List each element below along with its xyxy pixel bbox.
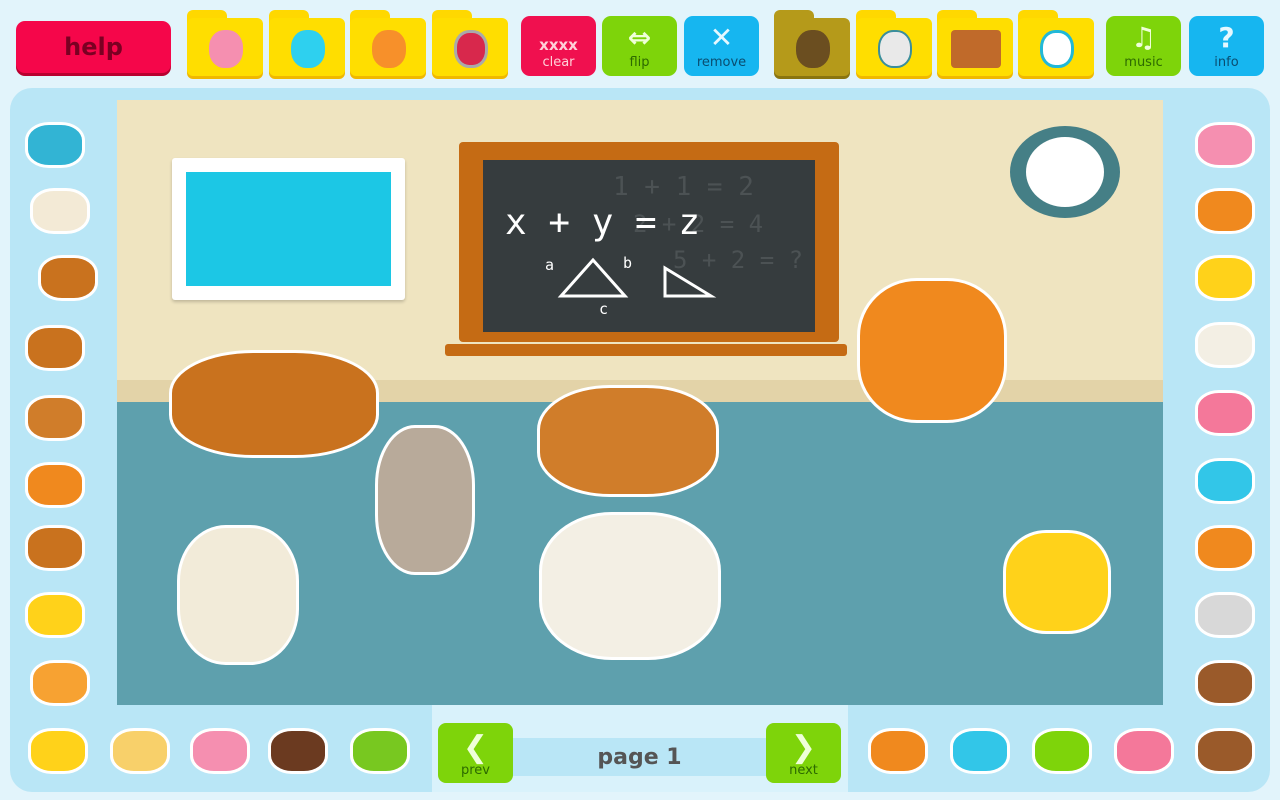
- category-folder-helicopter[interactable]: [1018, 10, 1094, 76]
- flip-button[interactable]: ⇔ flip: [602, 16, 677, 76]
- prev-button[interactable]: ❮ prev: [438, 723, 513, 783]
- sidebar-sticker-penguin-desk[interactable]: [25, 325, 85, 371]
- triangles-drawing: [557, 257, 717, 298]
- sidebar-sticker-duck[interactable]: [30, 660, 90, 706]
- clear-label: clear: [542, 55, 575, 70]
- music-note-icon: ♫: [1130, 21, 1157, 54]
- helicopter-icon: [1040, 30, 1074, 68]
- remove-label: remove: [696, 55, 747, 70]
- clear-button[interactable]: xxxx clear: [521, 16, 596, 76]
- sidebar-sticker-cat[interactable]: [1195, 188, 1255, 234]
- help-button[interactable]: help: [16, 21, 171, 73]
- zebra-cart-icon: [878, 30, 912, 68]
- classroom-scene[interactable]: 1 + 1 = 2 2 + 2 = 4 5 + 2 = ? x + y = z …: [117, 100, 1163, 705]
- sidebar-sticker-bunny-blocks[interactable]: [30, 188, 90, 234]
- music-label: music: [1124, 55, 1163, 70]
- sidebar-sticker-bear-bike[interactable]: [1195, 660, 1255, 706]
- sidebar-sticker-fox-bike[interactable]: [1114, 728, 1174, 774]
- next-label: next: [789, 763, 818, 778]
- sidebar-sticker-monkey-bike[interactable]: [1195, 728, 1255, 774]
- equation: x + y = z: [505, 202, 701, 243]
- category-folder-tiger[interactable]: [350, 10, 426, 76]
- chevron-right-icon: ❯: [790, 730, 817, 765]
- x-icon: ✕: [709, 21, 734, 54]
- question-icon: ?: [1218, 21, 1235, 54]
- chalkboard: 1 + 1 = 2 2 + 2 = 4 5 + 2 = ? x + y = z …: [459, 142, 839, 342]
- sidebar-sticker-dog-desk[interactable]: [25, 592, 85, 638]
- elephant-icon: [291, 30, 325, 68]
- bunny-blocks-sticker[interactable]: [177, 525, 299, 665]
- pig-icon: [209, 30, 243, 68]
- chalk-ledge: [445, 344, 847, 356]
- flip-arrows-icon: ⇔: [627, 21, 652, 54]
- sidebar-sticker-kite-pink[interactable]: [1195, 390, 1255, 436]
- vegetables-icon: [951, 30, 1001, 68]
- category-folder-elephant[interactable]: [269, 10, 345, 76]
- remove-button[interactable]: ✕ remove: [684, 16, 759, 76]
- music-button[interactable]: ♫ music: [1106, 16, 1181, 76]
- category-folder-pig[interactable]: [187, 10, 263, 76]
- sidebar-sticker-goat[interactable]: [1195, 322, 1255, 368]
- info-label: info: [1214, 55, 1239, 70]
- category-folder-drums[interactable]: [432, 10, 508, 76]
- sidebar-sticker-duck-bike[interactable]: [1032, 728, 1092, 774]
- info-button[interactable]: ? info: [1189, 16, 1264, 76]
- sidebar-sticker-dog[interactable]: [28, 728, 88, 774]
- clear-icon: xxxx: [539, 36, 578, 54]
- sidebar-sticker-zebra-football[interactable]: [1195, 592, 1255, 638]
- category-folder-vegetables[interactable]: [937, 10, 1013, 76]
- faint-equation: 1 + 1 = 2: [613, 172, 754, 202]
- dog-sticker[interactable]: [1003, 530, 1111, 634]
- monkey-icon: [796, 30, 830, 68]
- penguin-desk-sticker[interactable]: [537, 385, 719, 497]
- squirrel-painting-sticker[interactable]: [169, 350, 379, 458]
- sidebar-sticker-cat-ball[interactable]: [1195, 525, 1255, 571]
- prev-label: prev: [460, 763, 490, 778]
- sidebar-sticker-kite-blue[interactable]: [1195, 458, 1255, 504]
- drums-icon: [454, 30, 488, 68]
- sidebar-sticker-lion[interactable]: [1195, 255, 1255, 301]
- tiger-icon: [372, 30, 406, 68]
- sidebar-sticker-hippo[interactable]: [1195, 122, 1255, 168]
- sidebar-sticker-ostrich[interactable]: [38, 255, 98, 301]
- flip-label: flip: [629, 55, 650, 70]
- sidebar-sticker-walrus[interactable]: [268, 728, 328, 774]
- wall-clock: [1010, 126, 1120, 218]
- cow-desk-sticker[interactable]: [539, 512, 721, 660]
- page-indicator: page 1: [513, 738, 766, 776]
- sidebar-sticker-mouse-jumprope[interactable]: [950, 728, 1010, 774]
- sidebar-sticker-easel[interactable]: [25, 395, 85, 441]
- next-button[interactable]: ❯ next: [766, 723, 841, 783]
- sidebar-sticker-fox-jumprope[interactable]: [868, 728, 928, 774]
- sidebar-sticker-frog[interactable]: [350, 728, 410, 774]
- world-map: [172, 158, 405, 300]
- sidebar-sticker-squirrel-easel[interactable]: [25, 462, 85, 508]
- category-folder-zebra-shopping[interactable]: [856, 10, 932, 76]
- sidebar-sticker-giraffe[interactable]: [110, 728, 170, 774]
- sidebar-sticker-rhino-blocks[interactable]: [25, 122, 85, 168]
- sidebar-sticker-pig[interactable]: [190, 728, 250, 774]
- category-folder-monkey[interactable]: [774, 10, 850, 76]
- chevron-left-icon: ❮: [462, 730, 489, 765]
- ostrich-reading-sticker[interactable]: [375, 425, 475, 575]
- sidebar-sticker-cow-desk[interactable]: [25, 525, 85, 571]
- owl-teacher-sticker[interactable]: [857, 278, 1007, 423]
